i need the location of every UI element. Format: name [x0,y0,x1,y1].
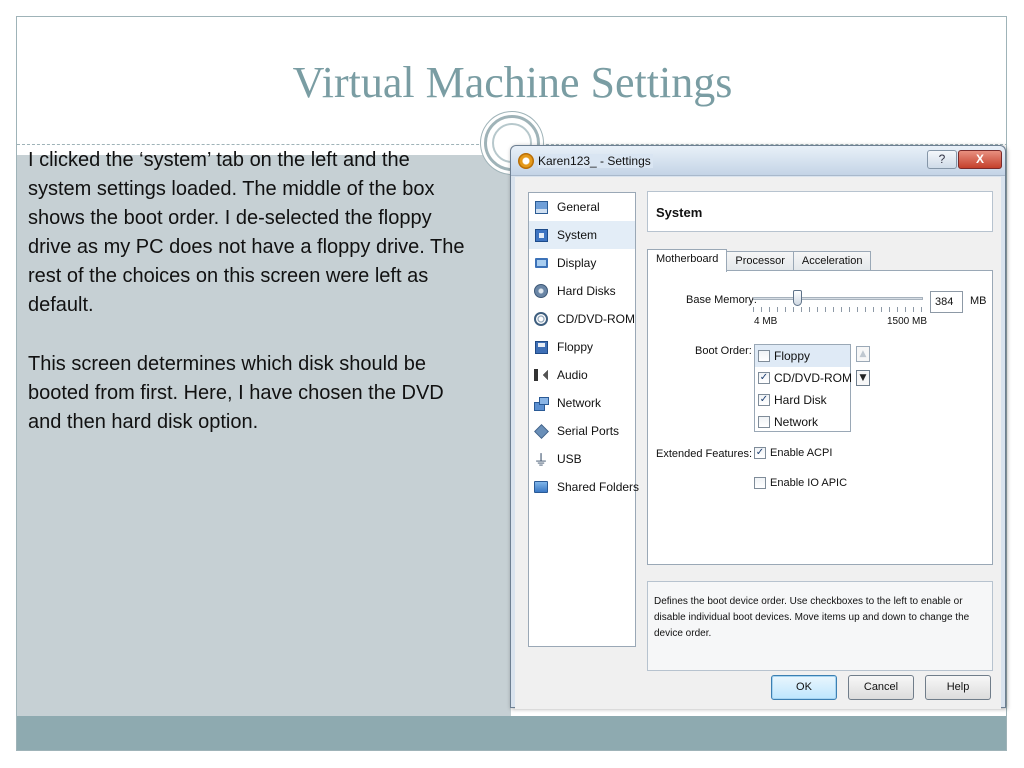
nav-item-label: Floppy [557,340,594,354]
boot-item-label: Network [774,415,819,429]
footer-band [17,716,1006,750]
enable-acpi-option[interactable]: ✓ Enable ACPI [754,447,832,459]
nav-item-network[interactable]: Network [529,389,635,417]
nav-item-system[interactable]: System [529,221,635,249]
enable-ioapic-option[interactable]: Enable IO APIC [754,477,847,489]
boot-order-list: Floppy ✓ CD/DVD-ROM ✓ Hard Disk Network [754,344,852,433]
nav-item-general[interactable]: General [529,193,635,221]
base-memory-slider-thumb[interactable] [793,290,802,306]
move-down-button[interactable]: ▼ [856,370,870,386]
section-header: System [647,191,993,232]
enable-acpi-checkbox[interactable]: ✓ [754,447,766,459]
nav-item-label: General [557,200,600,214]
nav-item-shared-folders[interactable]: Shared Folders [529,473,639,501]
nav-item-label: System [557,228,598,242]
nav-item-floppy[interactable]: Floppy [529,333,635,361]
boot-item-label: Hard Disk [774,393,827,407]
floppy-checkbox[interactable] [758,350,770,362]
paragraph: This screen determines which disk should… [28,353,444,433]
help-button[interactable]: Help [925,675,991,700]
motherboard-panel: Base Memory: 4 MB 1500 MB 384 MB Boot Or… [647,270,993,565]
general-icon [533,199,549,215]
display-icon [533,255,549,271]
nav-item-label: Serial Ports [557,424,620,438]
base-memory-slider-track[interactable] [753,297,923,300]
description-box: Defines the boot device order. Use check… [647,581,993,671]
slide-body: I clicked the ‘system’ tab on the left a… [28,146,468,467]
nav-item-usb[interactable]: ⏚ USB [529,445,635,473]
cd-icon [533,311,549,327]
ok-button[interactable]: OK [771,675,837,700]
slider-min-label: 4 MB [754,316,778,327]
paragraph: I clicked the ‘system’ tab on the left a… [28,149,465,316]
extended-features-label: Extended Features: [656,448,753,460]
boot-item-floppy[interactable]: Floppy [755,345,850,367]
nav-item-hard-disks[interactable]: Hard Disks [529,277,635,305]
nav-item-cd-dvd[interactable]: CD/DVD-ROM [529,305,635,333]
boot-item-network[interactable]: Network [755,411,850,433]
nav-item-audio[interactable]: Audio [529,361,635,389]
cancel-button[interactable]: Cancel [848,675,914,700]
boot-item-label: Floppy [774,349,811,363]
enable-ioapic-checkbox[interactable] [754,477,766,489]
slider-ticks [753,307,923,312]
nav-item-label: Display [557,256,597,270]
memory-unit-label: MB [970,295,987,307]
description-text: Defines the boot device order. Use check… [654,596,970,639]
tab-motherboard[interactable]: Motherboard [647,249,728,272]
hard-disk-checkbox[interactable]: ✓ [758,394,770,406]
nav-item-label: CD/DVD-ROM [557,312,635,326]
slider-max-label: 1500 MB [887,316,928,327]
nav-item-label: Shared Folders [557,480,640,494]
audio-icon [533,367,549,383]
tab-bar: Motherboard Processor Acceleration [647,249,872,272]
boot-item-hard-disk[interactable]: ✓ Hard Disk [755,389,850,411]
base-memory-input[interactable]: 384 [930,291,963,313]
settings-gear-icon [518,153,534,169]
settings-dialog: Karen123_ - Settings ? X General System … [510,145,1006,709]
network-icon [533,395,549,411]
nav-item-serial-ports[interactable]: Serial Ports [529,417,635,445]
nav-item-display[interactable]: Display [529,249,635,277]
enable-acpi-label: Enable ACPI [770,447,833,459]
boot-item-label: CD/DVD-ROM [774,371,852,385]
window-title: Karen123_ - Settings [538,154,653,168]
floppy-icon [533,339,549,355]
help-titlebar-button[interactable]: ? [927,150,957,169]
shared-folder-icon [533,479,549,495]
section-title: System [656,205,703,220]
dialog-body: General System Display Hard Disks CD/DVD… [515,177,1001,709]
usb-icon: ⏚ [533,450,549,469]
close-button[interactable]: X [958,150,1002,169]
system-icon [533,227,549,243]
nav-item-label: USB [557,452,582,466]
settings-category-list: General System Display Hard Disks CD/DVD… [528,192,639,647]
enable-ioapic-label: Enable IO APIC [770,477,848,489]
network-checkbox[interactable] [758,416,770,428]
slide-title: Virtual Machine Settings [292,58,733,107]
nav-item-label: Network [557,396,602,410]
tab-acceleration[interactable]: Acceleration [792,251,872,272]
boot-order-label: Boot Order: [695,345,752,357]
base-memory-label: Base Memory: [686,294,757,306]
nav-item-label: Hard Disks [557,284,616,298]
tab-processor[interactable]: Processor [726,251,794,272]
move-up-button[interactable]: ▲ [856,346,870,362]
boot-item-cd-dvd[interactable]: ✓ CD/DVD-ROM [755,367,852,389]
hard-disk-icon [533,283,549,299]
cd-dvd-checkbox[interactable]: ✓ [758,372,770,384]
title-bar[interactable]: Karen123_ - Settings ? X [511,146,1005,176]
nav-item-label: Audio [557,368,588,382]
serial-port-icon [533,423,549,439]
